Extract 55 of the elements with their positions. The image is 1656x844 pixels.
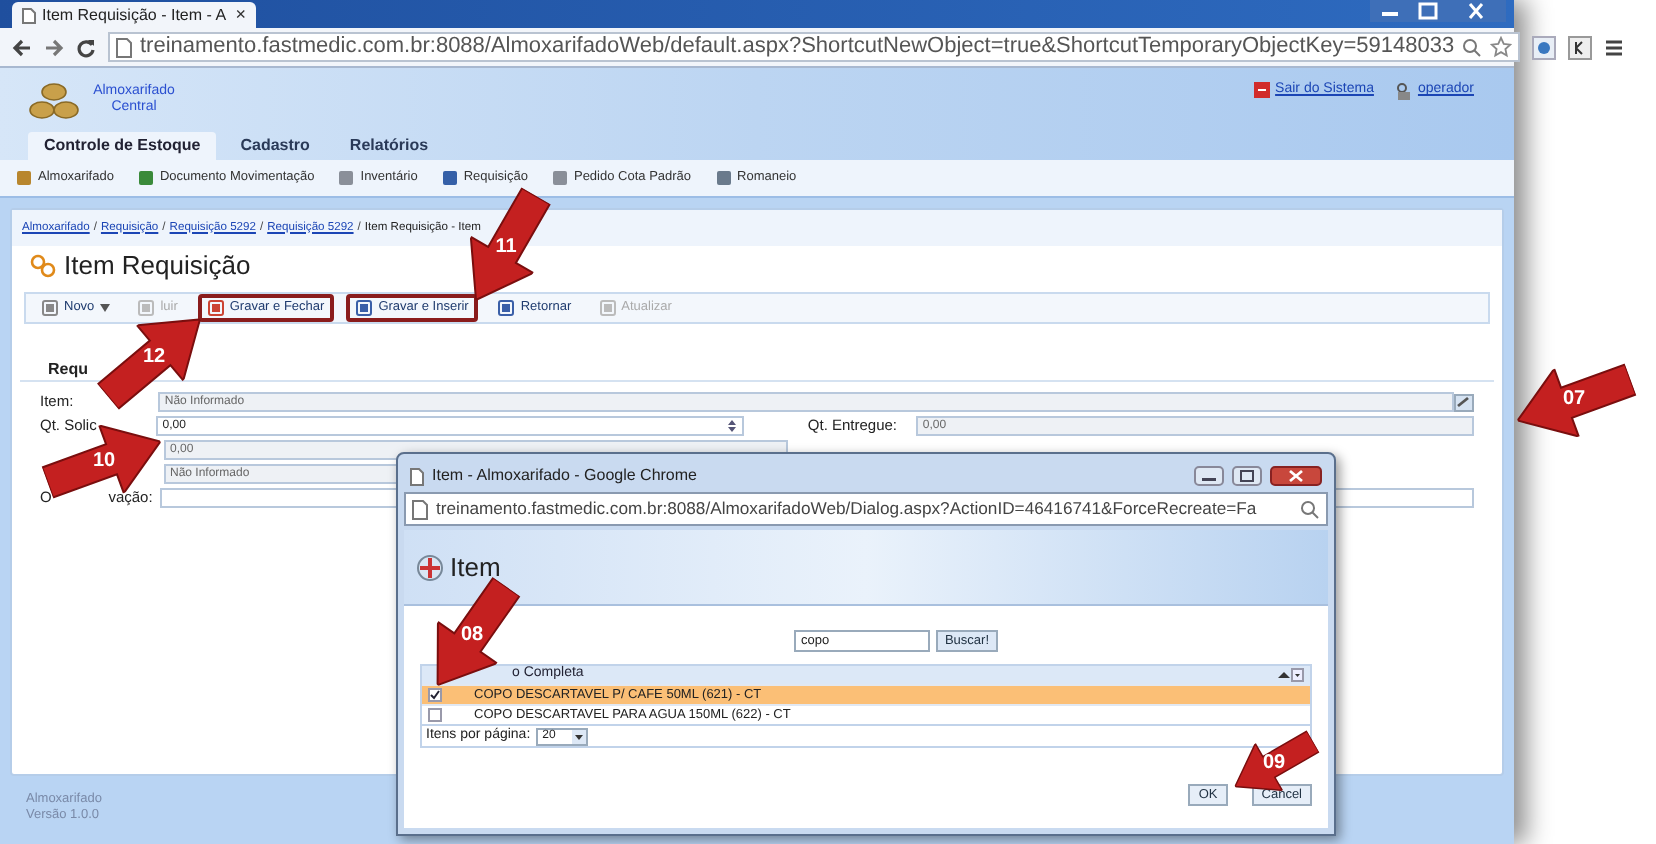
dialog-title: Item - Almoxarifado - Google Chrome [432,464,699,488]
forward-icon[interactable] [44,37,64,57]
menu-item-icon [16,170,32,186]
close-icon[interactable] [1270,466,1322,486]
gears-icon [28,252,56,280]
tab-title: Item Requisição - Item - A [42,3,229,27]
page-title: Item Requisição [64,248,251,285]
toolbar-icon [42,300,58,316]
toolbar-icon [599,300,616,316]
callout-number: 11 [493,236,519,260]
menu-item-icon [137,170,154,186]
sort-icon[interactable] [1276,668,1304,682]
coins-logo-icon [24,80,84,124]
spinner-icon[interactable] [725,418,738,434]
nav-tab[interactable]: Relatórios [333,132,445,160]
toolbar-icon [356,300,373,316]
star-icon[interactable] [1490,36,1513,58]
maximize-icon[interactable] [1232,466,1262,486]
menu-icon[interactable] [1604,37,1625,57]
callout-number: 08 [458,624,486,648]
menu-item-icon [441,170,458,186]
minimize-icon[interactable] [1194,466,1224,486]
nav-tab[interactable]: Controle de Estoque [28,132,217,160]
minimize-icon[interactable] [1370,0,1410,22]
menu-item-icon [338,170,355,186]
lock-icon [1393,81,1412,100]
checkbox[interactable] [428,708,442,722]
address-bar[interactable]: treinamento.fastmedic.com.br:8088/AlmoxarifadoWeb/Dialog.aspx?ActionID=46416741&ForceRecreate=Fa [404,492,1328,526]
callout-number: 07 [1560,388,1588,412]
dialog-heading: Item [450,549,501,586]
checkbox[interactable] [428,688,442,702]
exit-icon [1253,82,1270,99]
toolbar-icon [138,300,155,316]
page-icon [116,37,132,57]
caret-icon [572,729,587,743]
search-icon[interactable] [1300,499,1320,519]
browser-tab[interactable]: Item Requisição - Item - A × [12,2,256,28]
reload-icon[interactable] [76,37,96,57]
back-icon[interactable] [12,37,32,57]
search-icon[interactable] [1462,37,1483,57]
extension-icon[interactable] [1568,35,1593,59]
toolbar-icon [498,300,515,316]
close-icon[interactable] [1446,0,1506,22]
page-icon [22,7,36,23]
caret-icon [100,304,111,312]
close-icon[interactable]: × [235,6,246,24]
menu-item-icon [715,170,732,186]
nav-tab[interactable]: Cadastro [224,132,326,160]
menu-item-icon [551,170,568,186]
toolbar-icon [207,300,224,316]
callout-number: 10 [90,450,118,474]
callout-number: 09 [1260,752,1288,776]
pencil-icon[interactable] [1454,393,1474,411]
medical-icon [416,553,444,581]
url-text: treinamento.fastmedic.com.br:8088/AlmoxarifadoWeb/Dialog.aspx?ActionID=46416741&ForceRecreate=Fa [436,496,1259,522]
